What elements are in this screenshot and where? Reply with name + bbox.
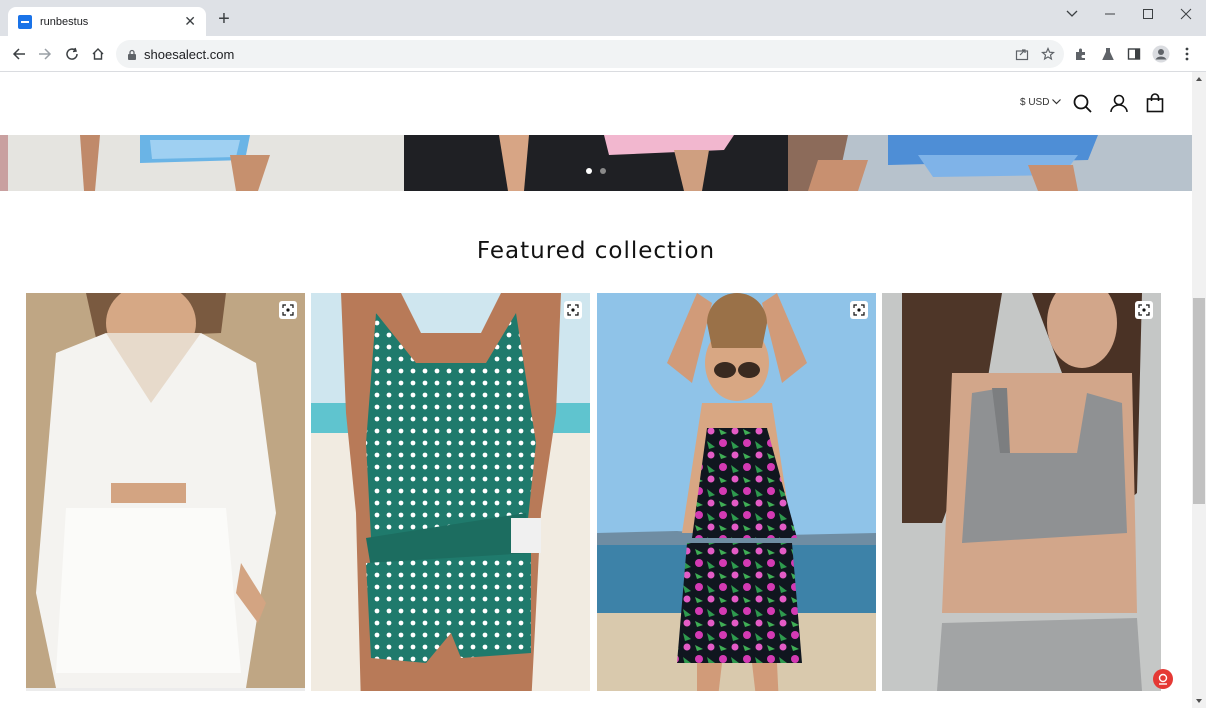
forward-icon[interactable] [33, 42, 57, 66]
chat-widget-button[interactable] [1153, 669, 1173, 689]
product-card[interactable] [26, 293, 305, 691]
browser-tab[interactable]: runbestus ✕ [8, 7, 206, 36]
maximize-icon[interactable] [1130, 0, 1166, 28]
scroll-down-arrow-icon[interactable] [1192, 696, 1206, 706]
product-image-green-polka-dot-tankini [311, 293, 590, 691]
banner-image-center [404, 135, 788, 191]
home-icon[interactable] [86, 42, 110, 66]
section-title: Featured collection [476, 238, 716, 264]
currency-selector[interactable]: $ USD [1020, 97, 1062, 108]
slide-dot[interactable] [600, 168, 606, 174]
slide-dot-active[interactable] [586, 168, 592, 174]
zoom-icon[interactable] [1135, 301, 1153, 319]
scrollbar-thumb[interactable] [1193, 298, 1205, 504]
currency-label: $ USD [1020, 97, 1050, 108]
browser-toolbar: shoesalect.com [0, 36, 1206, 72]
address-bar[interactable]: shoesalect.com [116, 40, 1064, 68]
cart-icon[interactable] [1146, 93, 1164, 118]
zoom-icon[interactable] [850, 301, 868, 319]
browser-menu-icon[interactable] [1175, 42, 1199, 66]
account-icon[interactable] [1110, 94, 1128, 118]
url-text: shoesalect.com [144, 46, 235, 62]
sidepanel-icon[interactable] [1122, 42, 1146, 66]
scroll-up-arrow-icon[interactable] [1192, 74, 1206, 84]
zoom-icon[interactable] [279, 301, 297, 319]
product-card[interactable] [882, 293, 1161, 691]
banner-image-left [0, 135, 404, 191]
new-tab-button[interactable]: + [214, 9, 234, 29]
site-favicon-icon [18, 14, 32, 29]
back-icon[interactable] [7, 42, 31, 66]
site-header: $ USD [0, 72, 1192, 135]
product-image-grey-knit-crop-top [882, 293, 1161, 691]
banner-image-right [788, 135, 1192, 191]
lock-icon[interactable] [127, 48, 137, 66]
product-card[interactable] [311, 293, 590, 691]
tab-title: runbestus [40, 15, 89, 28]
extensions-icon[interactable] [1069, 42, 1093, 66]
tab-search-chevron-icon[interactable] [1054, 0, 1090, 28]
window-close-icon[interactable] [1168, 0, 1204, 28]
tab-close-icon[interactable]: ✕ [184, 13, 196, 30]
labs-icon[interactable] [1096, 42, 1120, 66]
reload-icon[interactable] [60, 42, 84, 66]
chevron-down-icon [1052, 97, 1062, 108]
product-card[interactable] [597, 293, 876, 691]
hero-slideshow[interactable] [0, 135, 1192, 191]
search-icon[interactable] [1073, 94, 1092, 118]
profile-icon[interactable] [1149, 42, 1173, 66]
zoom-icon[interactable] [564, 301, 582, 319]
share-icon[interactable] [1010, 42, 1034, 66]
product-image-floral-tankini-skirt [597, 293, 876, 691]
minimize-icon[interactable] [1092, 0, 1128, 28]
bookmark-star-icon[interactable] [1036, 42, 1060, 66]
product-image-white-linen-set [26, 293, 305, 691]
browser-tab-bar: runbestus ✕ + [0, 0, 1206, 36]
slideshow-dots [586, 168, 606, 174]
chat-icon [1158, 673, 1168, 685]
page-viewport: $ USD Featured collection [0, 72, 1192, 708]
